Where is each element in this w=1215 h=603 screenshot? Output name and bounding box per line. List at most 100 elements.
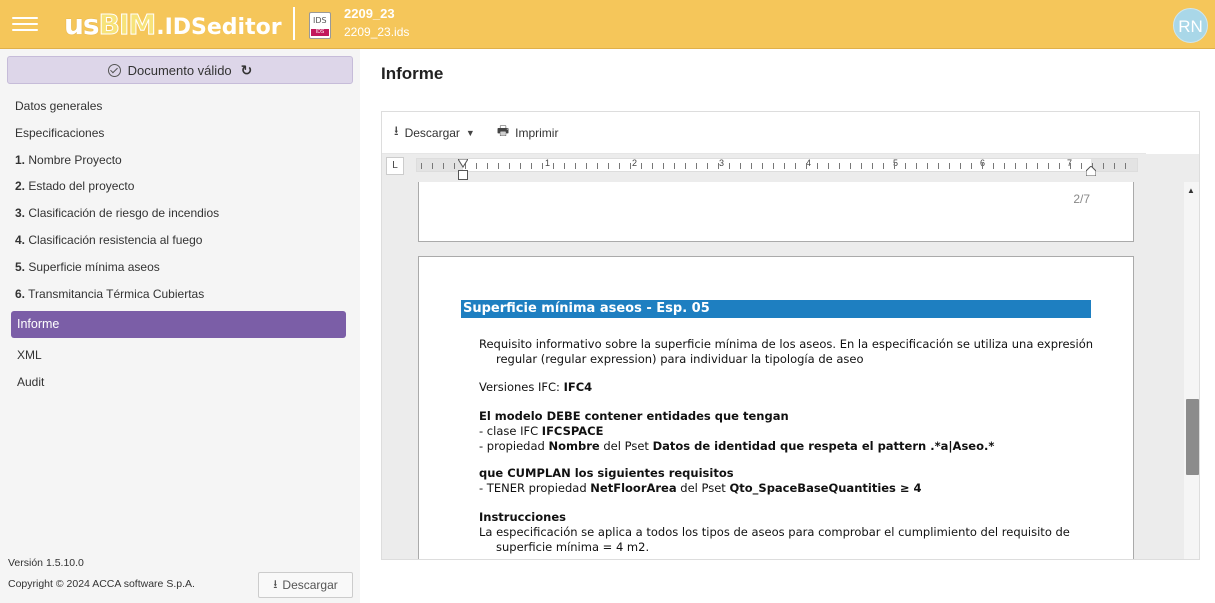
ruler-number: 3 [719,158,725,168]
ruler-tick [454,163,455,169]
print-button[interactable]: 🖶 Imprimir [497,122,559,144]
ruler-tick [476,163,477,169]
app-logo: us BIM .IDSeditor [64,8,282,42]
header-divider [293,7,295,40]
report-viewer: ⭳ Descargar ▼ 🖶 Imprimir L 1 2 3 4 5 6 7… [381,111,1200,560]
document-page: Superficie mínima aseos - Esp. 05 Requis… [418,256,1134,559]
ruler-tick [971,163,972,169]
ruler-tick [432,163,433,169]
ruler-number: 2 [632,158,638,168]
ruler-tick [916,163,917,169]
requirements-block: que CUMPLAN los siguientes requisitos - … [479,466,922,495]
ruler-tick [498,163,499,169]
viewer-toolbar: ⭳ Descargar ▼ 🖶 Imprimir [382,112,1146,154]
ruler-tick [520,163,521,169]
ruler-tick [542,163,543,169]
horizontal-ruler[interactable]: 1 2 3 4 5 6 7 [416,158,1138,172]
ruler-tick [718,163,719,169]
tab-stop-selector[interactable]: L [386,157,404,175]
app-version: Versión 1.5.10.0 [8,557,84,569]
ruler-tick [586,163,587,169]
ruler-tick [630,163,631,169]
printer-icon: 🖶 [496,122,510,138]
file-title: 2209_23 [344,6,395,21]
sidebar-item-datos-generales[interactable]: Datos generales [0,93,360,120]
sidebar-item-especificaciones[interactable]: Especificaciones [0,120,360,147]
sidebar-item-audit[interactable]: Audit [0,369,360,396]
left-indent-marker[interactable] [458,170,468,180]
instructions-block: Instrucciones La especificación se aplic… [479,510,1070,554]
ruler-tick [740,163,741,169]
ruler-tick [1103,163,1104,169]
ruler-tick [685,163,686,169]
scrollbar-thumb[interactable] [1186,399,1199,475]
ruler-tick [487,163,488,169]
ruler-tick [421,163,422,169]
ruler-tick [1004,163,1005,169]
ruler-tick [894,163,895,169]
sidebar-item-spec-5[interactable]: 5. Superficie mínima aseos [0,254,360,281]
document-page: 2/7 [418,182,1134,242]
sidebar-item-spec-1[interactable]: 1. Nombre Proyecto [0,147,360,174]
file-name: 2209_23.ids [344,25,410,39]
ruler-tick [883,163,884,169]
ruler-bar: L 1 2 3 4 5 6 7 [382,154,1199,182]
first-line-indent-marker[interactable] [458,159,468,168]
scroll-up-icon[interactable]: ▲ [1187,186,1195,195]
ruler-tick [1026,163,1027,169]
ruler-tick [608,163,609,169]
valid-document-button[interactable]: Documento válido ↻ [7,56,353,84]
refresh-icon[interactable]: ↻ [241,62,253,79]
sidebar-item-spec-6[interactable]: 6. Transmitancia Térmica Cubiertas [0,281,360,308]
ruler-tick [960,163,961,169]
ruler-tick [872,163,873,169]
sidebar-item-spec-2[interactable]: 2. Estado del proyecto [0,173,360,200]
download-dropdown-button[interactable]: ⭳ Descargar ▼ [394,122,475,144]
applicability-block: El modelo DEBE contener entidades que te… [479,409,995,453]
ruler-tick [1048,163,1049,169]
sidebar-nav: Datos generales Especificaciones 1. Nomb… [0,93,360,396]
menu-icon[interactable] [12,13,38,35]
section-description: Requisito informativo sobre la superfici… [479,337,1094,366]
sidebar-item-spec-3[interactable]: 3. Clasificación de riesgo de incendios [0,200,360,227]
ruler-tick [1081,163,1082,169]
ruler-tick [949,163,950,169]
ruler-tick [784,163,785,169]
download-icon: ⭳ [273,576,278,591]
ruler-tick [553,163,554,169]
app-header: us BIM .IDSeditor IDS IDS 2209_23 2209_23.… [0,0,1215,49]
sidebar-item-spec-4[interactable]: 4. Clasificación resistencia al fuego [0,227,360,254]
ruler-tick [729,163,730,169]
ruler-tick [509,163,510,169]
ruler-tick [531,163,532,169]
ruler-tick [696,163,697,169]
sidebar-item-informe[interactable]: Informe [11,311,346,339]
ruler-tick [806,163,807,169]
sidebar-item-xml[interactable]: XML [0,342,360,369]
ruler-tick [839,163,840,169]
ruler-tick [619,163,620,169]
ruler-tick [443,163,444,169]
page-title: Informe [381,64,444,83]
caret-down-icon: ▼ [465,127,475,138]
ruler-tick [1070,163,1071,169]
ruler-tick [828,163,829,169]
ruler-tick [861,163,862,169]
sidebar-download-button[interactable]: ⭳ Descargar [258,572,353,598]
document-area: 2/7 Superficie mínima aseos - Esp. 05 Re… [382,182,1184,559]
ruler-tick [652,163,653,169]
ruler-tick [1059,163,1060,169]
ruler-tick [564,163,565,169]
download-icon: ⭳ [394,122,399,138]
ruler-tick [982,163,983,169]
ruler-tick [597,163,598,169]
ruler-tick [663,163,664,169]
check-circle-icon [107,63,121,77]
ifc-versions: Versiones IFC: IFC4 [479,380,593,394]
ruler-tick [993,163,994,169]
user-avatar[interactable]: RN [1173,8,1208,43]
vertical-scrollbar[interactable]: ▲ [1184,182,1199,559]
copyright: Copyright © 2024 ACCA software S.p.A. [8,578,195,590]
ruler-tick [773,163,774,169]
right-indent-marker[interactable] [1086,166,1096,176]
